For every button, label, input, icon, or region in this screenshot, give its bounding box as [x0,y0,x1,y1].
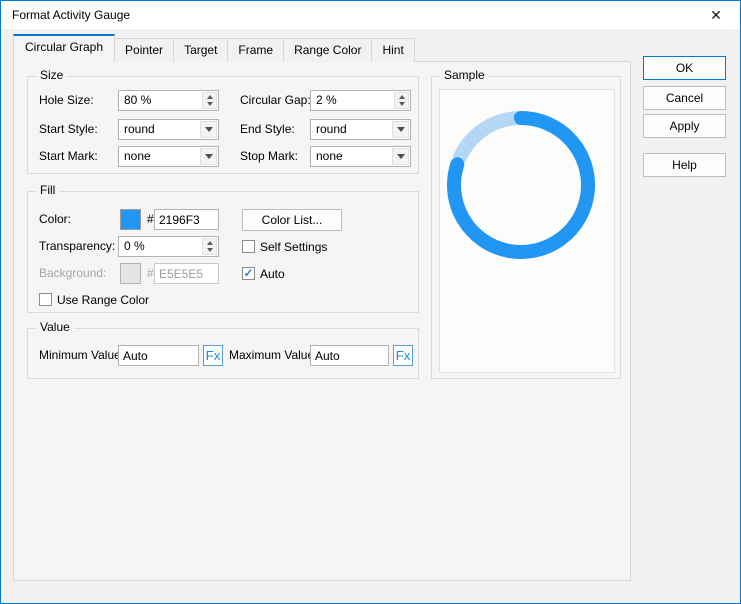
close-icon[interactable]: ✕ [701,4,731,26]
spin-up-icon[interactable] [203,93,216,101]
value-group: Value Minimum Value: Fx Maximum Value: F… [27,320,419,379]
minimum-value-input[interactable] [118,345,199,366]
hole-size-spinner[interactable]: 80 % [118,90,219,111]
background-color-swatch [120,263,141,284]
chevron-down-icon[interactable] [200,148,217,165]
spin-up-icon[interactable] [395,93,408,101]
tab-pointer[interactable]: Pointer [114,38,175,62]
start-style-value: round [124,122,155,136]
value-group-legend: Value [36,320,74,334]
format-activity-gauge-dialog: Format Activity Gauge ✕ Circular Graph P… [0,0,741,604]
stop-mark-value: none [316,149,343,163]
auto-checkbox[interactable]: ✓ Auto [242,263,285,284]
spin-down-icon[interactable] [203,101,216,109]
chevron-down-icon[interactable] [392,148,409,165]
auto-label: Auto [260,266,285,281]
use-range-color-checkbox[interactable]: Use Range Color [39,289,149,310]
minimum-value-label: Minimum Value: [39,348,125,362]
fill-group-legend: Fill [36,183,60,197]
transparency-spin-buttons[interactable] [202,238,217,255]
circular-gap-spin-buttons[interactable] [394,92,409,109]
minimum-formula-button[interactable]: Fx [203,345,223,366]
checkbox-checked[interactable]: ✓ [242,267,255,280]
transparency-spinner[interactable]: 0 % [118,236,219,257]
size-group: Size Hole Size: 80 % Circular Gap: 2 % S… [27,68,419,174]
circular-gap-label: Circular Gap: [240,93,311,107]
background-color-input [154,263,219,284]
ok-button[interactable]: OK [643,56,726,80]
spin-down-icon[interactable] [395,101,408,109]
fill-group: Fill Color: # Color List... Transparency… [27,183,419,313]
checkbox-unchecked[interactable] [242,240,255,253]
size-group-legend: Size [36,68,68,82]
end-style-value: round [316,122,347,136]
tab-circular-graph[interactable]: Circular Graph [13,34,116,62]
end-style-label: End Style: [240,122,295,136]
tab-bar: Circular Graph Pointer Target Frame Rang… [13,34,415,62]
end-style-select[interactable]: round [310,119,411,140]
spin-down-icon[interactable] [203,247,216,255]
transparency-label: Transparency: [39,239,116,253]
apply-button[interactable]: Apply [643,114,726,138]
color-list-button[interactable]: Color List... [242,209,342,231]
tab-target[interactable]: Target [173,38,229,62]
window-title: Format Activity Gauge [12,8,131,22]
cancel-button[interactable]: Cancel [643,86,726,110]
stop-mark-select[interactable]: none [310,146,411,167]
gauge-remainder-arc [453,111,526,164]
circular-gap-spinner[interactable]: 2 % [310,90,411,111]
checkbox-unchecked[interactable] [39,293,52,306]
chevron-down-icon[interactable] [200,121,217,138]
maximum-formula-button[interactable]: Fx [393,345,413,366]
chevron-down-icon[interactable] [392,121,409,138]
transparency-value: 0 % [124,239,145,253]
self-settings-label: Self Settings [260,239,328,254]
spin-up-icon[interactable] [203,239,216,247]
background-label: Background: [39,266,107,280]
sample-group-legend: Sample [440,68,489,82]
color-hash-label: # [147,212,154,226]
background-hash-label: # [147,266,154,280]
tab-frame[interactable]: Frame [227,38,285,62]
titlebar: Format Activity Gauge ✕ [1,1,740,29]
maximum-value-label: Maximum Value: [229,348,318,362]
self-settings-checkbox[interactable]: Self Settings [242,236,327,257]
hole-size-spin-buttons[interactable] [202,92,217,109]
fill-color-swatch[interactable] [120,209,141,230]
start-mark-label: Start Mark: [39,149,98,163]
stop-mark-label: Stop Mark: [240,149,299,163]
start-mark-value: none [124,149,151,163]
fill-color-input[interactable] [154,209,219,230]
tab-range-color[interactable]: Range Color [283,38,373,62]
tab-hint[interactable]: Hint [371,38,415,62]
color-label: Color: [39,212,72,226]
sample-group: Sample [431,68,621,379]
use-range-color-label: Use Range Color [57,292,150,307]
start-style-select[interactable]: round [118,119,219,140]
start-mark-select[interactable]: none [118,146,219,167]
check-icon: ✓ [243,266,254,280]
start-style-label: Start Style: [39,122,98,136]
hole-size-value: 80 % [124,93,152,107]
help-button[interactable]: Help [643,153,726,177]
hole-size-label: Hole Size: [39,93,94,107]
sample-preview-panel [439,89,615,373]
circular-gap-value: 2 % [316,93,337,107]
activity-gauge-preview [447,111,595,259]
maximum-value-input[interactable] [310,345,389,366]
